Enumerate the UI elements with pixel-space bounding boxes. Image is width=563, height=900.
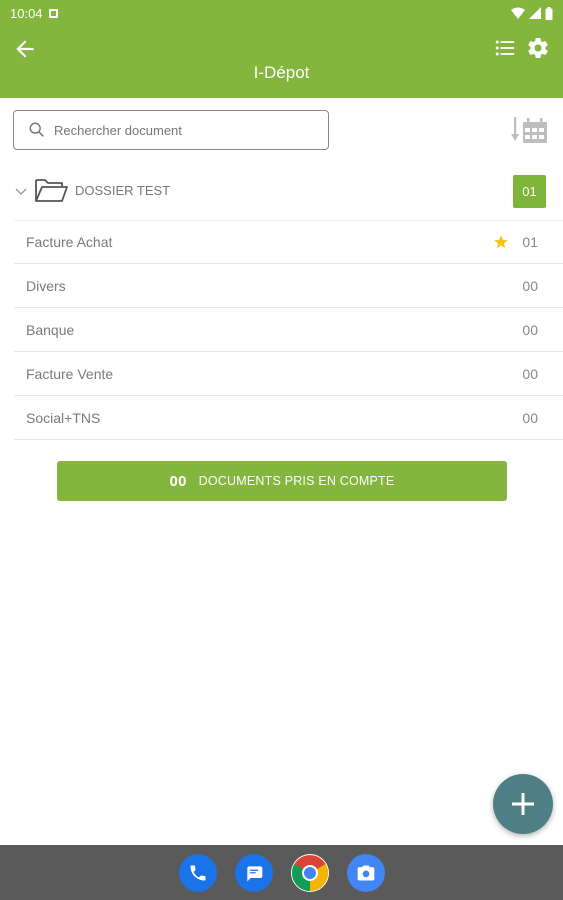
camera-app-button[interactable] (346, 853, 385, 892)
category-count: 00 (522, 365, 538, 382)
signal-icon (529, 7, 541, 19)
status-time: 10:04 (10, 5, 43, 21)
folder-name: DOSSIER TEST (75, 183, 171, 198)
phone-app-button[interactable] (178, 853, 217, 892)
chevron-down-icon[interactable] (14, 184, 28, 198)
category-item[interactable]: Social+TNS 00 (14, 396, 563, 440)
category-count: 00 (522, 321, 538, 338)
wifi-icon (511, 7, 525, 19)
list-icon[interactable] (494, 37, 516, 59)
messages-app-button[interactable] (234, 853, 273, 892)
folder-count-badge: 01 (513, 175, 546, 208)
gear-icon[interactable] (526, 36, 550, 60)
category-label: Facture Achat (26, 234, 113, 250)
chrome-app-button[interactable] (290, 853, 329, 892)
documents-count-button[interactable]: 00 DOCUMENTS PRIS EN COMPTE (57, 461, 507, 501)
search-box[interactable] (13, 110, 329, 150)
documents-count: 00 (169, 472, 187, 490)
category-item[interactable]: Divers 00 (14, 264, 563, 308)
star-icon[interactable] (493, 234, 509, 250)
category-label: Facture Vente (26, 365, 114, 382)
notification-icon (48, 8, 58, 18)
messages-icon (246, 865, 262, 881)
category-item[interactable]: Banque 00 (14, 308, 563, 352)
page-title: I-Dépot (253, 63, 310, 82)
sort-by-date-icon[interactable] (511, 115, 549, 145)
phone-icon (190, 865, 205, 880)
battery-icon (545, 6, 553, 20)
documents-label: DOCUMENTS PRIS EN COMPTE (198, 474, 395, 488)
folder-open-icon (35, 179, 68, 202)
system-dock (0, 845, 563, 900)
status-icons (511, 6, 553, 20)
category-count: 00 (522, 409, 538, 426)
app-bar: I-Dépot (0, 26, 563, 98)
category-item[interactable]: Facture Achat 01 (14, 220, 563, 264)
back-arrow-icon[interactable] (12, 36, 38, 62)
add-document-button[interactable] (493, 774, 553, 834)
chrome-icon (291, 854, 328, 891)
category-label: Social+TNS (26, 409, 101, 426)
category-label: Banque (26, 321, 75, 338)
search-input[interactable] (54, 122, 304, 138)
plus-icon (512, 793, 534, 815)
status-bar: 10:04 (0, 0, 563, 26)
category-item[interactable]: Facture Vente 00 (14, 352, 563, 396)
category-label: Divers (26, 277, 66, 294)
camera-icon (357, 865, 374, 880)
category-count: 01 (522, 234, 538, 250)
category-count: 00 (522, 277, 538, 294)
search-icon (29, 122, 44, 137)
folder-row[interactable]: DOSSIER TEST 01 (0, 168, 563, 214)
category-list: Facture Achat 01 Divers 00 Banque 00 Fac… (14, 220, 563, 440)
